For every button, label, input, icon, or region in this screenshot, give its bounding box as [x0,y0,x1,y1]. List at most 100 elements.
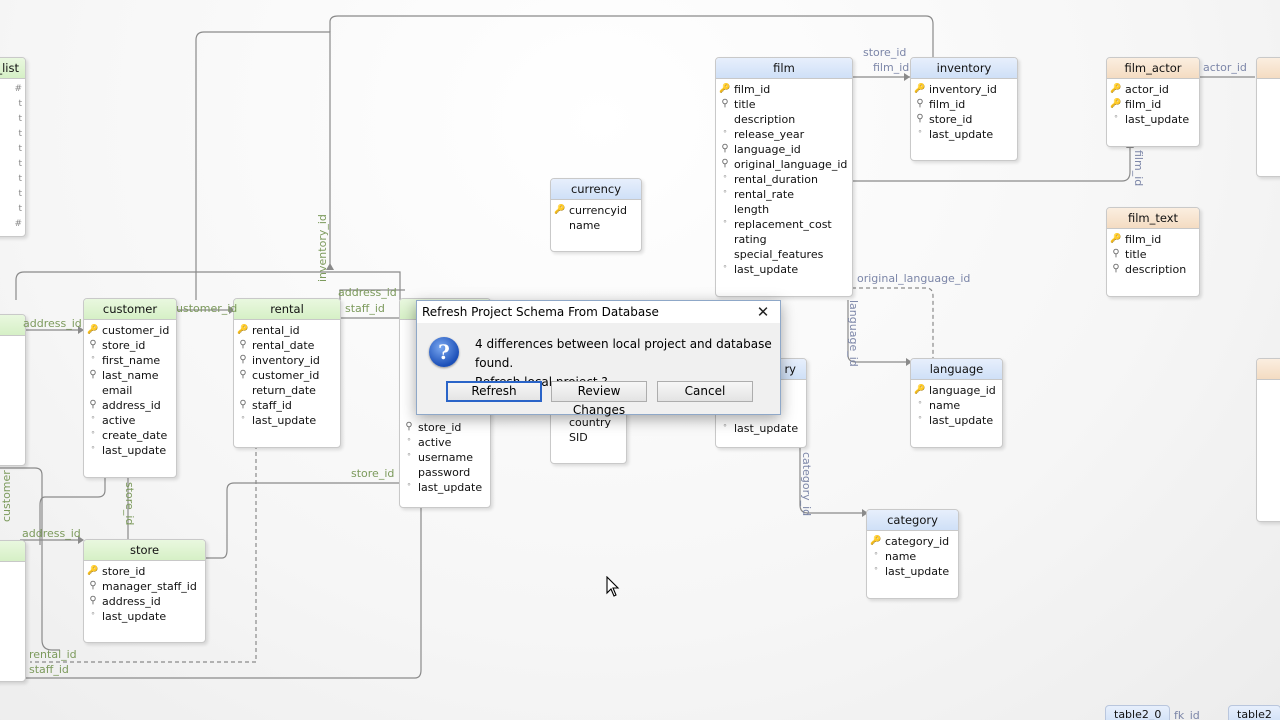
entity-partial-left-2[interactable] [0,540,26,682]
entity-table2-0[interactable]: table2_0 [1105,705,1171,720]
column-row[interactable]: ° rental_duration [716,172,852,187]
refresh-button[interactable]: Refresh [446,381,542,402]
entity-rental[interactable]: rental 🔑 rental_id ⚲ rental_date ⚲ inventory_… [233,298,341,448]
entity-film-actor[interactable]: film_actor 🔑 actor_id 🔑 film_id ° last_update [1106,57,1200,147]
column-row[interactable]: ° replacement_cost [716,217,852,232]
cancel-button[interactable]: Cancel [657,381,753,402]
column-row[interactable]: ° active [400,435,490,450]
entity-inventory[interactable]: inventory 🔑 inventory_id ⚲ film_id ⚲ store_id… [910,57,1018,161]
column-row[interactable]: ° last_update [234,413,340,428]
column-row[interactable]: ° last_update [84,443,176,458]
column-row[interactable]: rating [716,232,852,247]
column-row[interactable]: ⚲ store_id [84,338,176,353]
column-row[interactable]: ° rental_rate [716,187,852,202]
column-row[interactable]: ⚲ film_id [911,97,1017,112]
column-row[interactable]: email [84,383,176,398]
dialog-titlebar[interactable]: Refresh Project Schema From Database ✕ [417,301,780,323]
column-row[interactable]: ⚲ store_id [400,420,490,435]
column-row[interactable]: ° last_update [400,480,490,495]
column-row[interactable]: ⚲ last_name [84,368,176,383]
index-icon: ⚲ [89,595,97,606]
relation-label: film_id [1132,150,1145,187]
column-row[interactable]: 🔑 language_id [911,383,1002,398]
column-row[interactable]: ⚲ inventory_id [234,353,340,368]
column-name: name [569,219,601,232]
column-row[interactable]: 🔑 rental_id [234,323,340,338]
column-row[interactable]: ° active [84,413,176,428]
refresh-schema-dialog[interactable]: Refresh Project Schema From Database ✕ ?… [416,300,781,417]
column-row[interactable]: ⚲ address_id [84,398,176,413]
entity-table2[interactable]: table2 [1228,705,1280,720]
column-row[interactable]: ° last_update [716,421,806,436]
column-row[interactable]: description [716,112,852,127]
primary-key-icon: 🔑 [554,205,566,215]
column-row[interactable]: special_features [716,247,852,262]
column-row[interactable]: ° create_date [84,428,176,443]
column-name: category_id [885,535,950,548]
column-row[interactable]: ° first_name [84,353,176,368]
column-row[interactable]: 🔑 currencyid [551,203,641,218]
column-row[interactable]: ⚲ customer_id [234,368,340,383]
column-name: description [1125,263,1187,276]
entity-film[interactable]: film 🔑 film_id ⚲ title description ° release_y… [715,57,853,297]
entity-store[interactable]: store 🔑 store_id ⚲ manager_staff_id ⚲ address… [83,539,206,643]
column-row[interactable]: ⚲ staff_id [234,398,340,413]
entity-film-text[interactable]: film_text 🔑 film_id ⚲ title ⚲ description [1106,207,1200,297]
column-row[interactable]: ° username [400,450,490,465]
entity-partial-right-1[interactable] [1256,57,1280,177]
not-null-icon: ° [874,551,878,560]
entity-partial-right-2[interactable] [1256,358,1280,522]
column-row[interactable]: ° last_update [867,564,958,579]
column-row[interactable]: ⚲ rental_date [234,338,340,353]
column-row[interactable]: ° last_update [911,413,1002,428]
index-icon: ⚲ [89,580,97,591]
column-row[interactable]: 🔑 film_id [1107,232,1199,247]
column-row[interactable]: ⚲ description [1107,262,1199,277]
column-row[interactable]: ⚲ manager_staff_id [84,579,205,594]
column-name: release_year [734,128,805,141]
column-row[interactable]: ° last_update [1107,112,1199,127]
column-row[interactable]: ⚲ title [1107,247,1199,262]
entity-customer[interactable]: customer 🔑 customer_id ⚲ store_id ° first_nam… [83,298,177,478]
column-row[interactable]: ° name [911,398,1002,413]
relation-label: staff_id [29,663,69,676]
column-row[interactable]: 🔑 customer_id [84,323,176,338]
not-null-icon: ° [874,566,878,575]
index-icon: ⚲ [1112,248,1120,259]
column-row[interactable]: ⚲ title [716,97,852,112]
column-row[interactable]: 🔑 inventory_id [911,82,1017,97]
column-row[interactable]: 🔑 actor_id [1107,82,1199,97]
entity-film-list[interactable]: _list #tttttttt# [0,57,26,237]
index-icon: ⚲ [721,143,729,154]
column-row[interactable]: ⚲ original_language_id [716,157,852,172]
entity-partial-left-1[interactable] [0,314,26,466]
close-icon[interactable]: ✕ [752,301,774,323]
column-row[interactable]: ° last_update [84,609,205,624]
entity-category[interactable]: category 🔑 category_id ° name ° last_update [866,509,959,599]
column-row[interactable]: 🔑 film_id [716,82,852,97]
column-row[interactable]: 🔑 store_id [84,564,205,579]
column-row[interactable]: ⚲ language_id [716,142,852,157]
primary-key-icon: 🔑 [87,566,99,576]
column-row[interactable]: 🔑 film_id [1107,97,1199,112]
column-row[interactable]: 🔑 category_id [867,534,958,549]
schema-canvas[interactable]: _list #tttttttt# film 🔑film_id⚲titledesc… [0,0,1280,720]
index-icon: ⚲ [239,339,247,350]
entity-language[interactable]: language 🔑 language_id ° name ° last_update [910,358,1003,448]
column-row[interactable]: ° name [867,549,958,564]
index-icon: ⚲ [405,421,413,432]
column-row[interactable]: length [716,202,852,217]
column-row[interactable]: ° last_update [911,127,1017,142]
column-row[interactable]: ⚲ store_id [911,112,1017,127]
index-icon: ⚲ [916,113,924,124]
column-row[interactable]: ⚲ address_id [84,594,205,609]
column-row[interactable]: ° release_year [716,127,852,142]
column-row[interactable]: SID [551,430,626,445]
entity-currency[interactable]: currency 🔑 currencyid name [550,178,642,252]
column-icon [554,416,566,428]
review-changes-button[interactable]: Review Changes [551,381,647,417]
column-row[interactable]: ° last_update [716,262,852,277]
column-row[interactable]: password [400,465,490,480]
column-row[interactable]: name [551,218,641,233]
column-row[interactable]: return_date [234,383,340,398]
